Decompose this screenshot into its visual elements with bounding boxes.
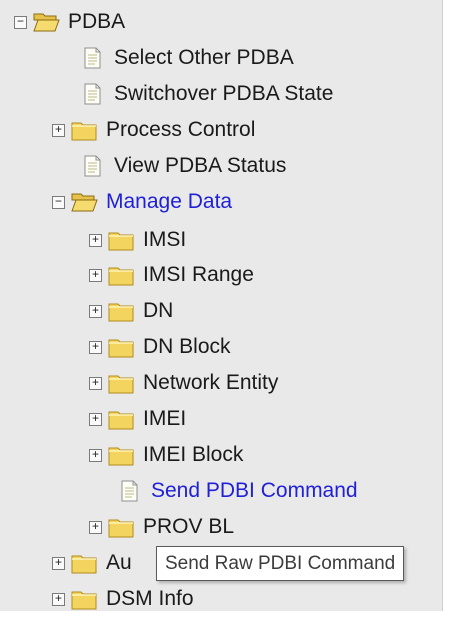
tree-node-send-pdbi-command[interactable]: Send PDBI Command	[97, 473, 358, 509]
tree-node-label[interactable]: IMSI	[143, 227, 186, 253]
folder-icon	[108, 444, 135, 466]
folder-icon	[108, 372, 135, 394]
expand-toggle-icon[interactable]: +	[52, 592, 65, 606]
tooltip: Send Raw PDBI Command	[156, 546, 405, 581]
tree-node-label[interactable]: DN	[143, 298, 173, 324]
document-icon	[79, 83, 106, 105]
expand-toggle-icon[interactable]: +	[89, 304, 102, 318]
folder-icon	[71, 552, 98, 574]
expand-toggle-icon[interactable]: +	[89, 233, 102, 247]
tree-node-label[interactable]: Process Control	[106, 117, 255, 143]
tree-node-label[interactable]: Manage Data	[106, 189, 232, 215]
folder-icon	[108, 336, 135, 358]
folder-icon	[108, 408, 135, 430]
tree-node-label[interactable]: DN Block	[143, 334, 231, 360]
expand-toggle-icon[interactable]: +	[89, 520, 102, 534]
expand-toggle-icon[interactable]: +	[52, 123, 65, 137]
tree-node-label[interactable]: Network Entity	[143, 370, 278, 396]
tree-node-label[interactable]: IMSI Range	[143, 262, 254, 288]
folder-icon	[108, 229, 135, 251]
folder-icon	[108, 264, 135, 286]
tree-node-imei[interactable]: + IMEI	[89, 401, 186, 437]
document-icon	[79, 47, 106, 69]
tree-node-imsi-range[interactable]: + IMSI Range	[89, 257, 254, 293]
tree-node-manage-data[interactable]: − Manage Data	[52, 184, 232, 220]
collapse-toggle-icon[interactable]: −	[52, 195, 65, 209]
tree-node-dn-block[interactable]: + DN Block	[89, 329, 231, 365]
folder-icon	[108, 516, 135, 538]
tree-node-pdba[interactable]: − PDBA	[14, 4, 125, 40]
tree-node-label[interactable]: Send PDBI Command	[151, 478, 358, 504]
tree-node-dsm-info[interactable]: + DSM Info	[52, 581, 194, 617]
tree-node-label[interactable]: Switchover PDBA State	[114, 81, 333, 107]
expand-toggle-icon[interactable]: +	[89, 448, 102, 462]
folder-icon	[71, 588, 98, 610]
tree-node-network-entity[interactable]: + Network Entity	[89, 365, 278, 401]
tooltip-text: Send Raw PDBI Command	[165, 552, 396, 574]
tree-node-imsi[interactable]: + IMSI	[89, 222, 186, 258]
tree-node-imei-block[interactable]: + IMEI Block	[89, 437, 243, 473]
document-icon	[116, 480, 143, 502]
tree-node-view-pdba-status[interactable]: View PDBA Status	[60, 148, 286, 184]
expand-toggle-icon[interactable]: +	[89, 340, 102, 354]
tree-node-dn[interactable]: + DN	[89, 293, 173, 329]
document-icon	[79, 155, 106, 177]
folder-open-icon	[33, 11, 60, 33]
folder-icon	[71, 119, 98, 141]
tree-node-label[interactable]: Au	[106, 550, 132, 576]
folder-open-icon	[71, 191, 98, 213]
tree-node-switchover-pdba-state[interactable]: Switchover PDBA State	[60, 76, 333, 112]
tree-node-label[interactable]: DSM Info	[106, 586, 194, 612]
tree-node-label[interactable]: PROV BL	[143, 514, 234, 540]
expand-toggle-icon[interactable]: +	[89, 412, 102, 426]
collapse-toggle-icon[interactable]: −	[14, 15, 27, 29]
expand-toggle-icon[interactable]: +	[52, 556, 65, 570]
tree-node-prov-bl[interactable]: + PROV BL	[89, 509, 234, 545]
tree-node-select-other-pdba[interactable]: Select Other PDBA	[60, 40, 294, 76]
tree-node-label[interactable]: View PDBA Status	[114, 153, 286, 179]
tree-node-label[interactable]: IMEI	[143, 406, 186, 432]
expand-toggle-icon[interactable]: +	[89, 268, 102, 282]
tree-node-au[interactable]: + Au	[52, 545, 132, 581]
folder-icon	[108, 300, 135, 322]
tree-node-label[interactable]: IMEI Block	[143, 442, 243, 468]
navigation-tree: − PDBA Select Other PDBA Switchover PDBA…	[0, 0, 443, 611]
expand-toggle-icon[interactable]: +	[89, 376, 102, 390]
tree-node-label[interactable]: PDBA	[68, 9, 125, 35]
tree-node-label[interactable]: Select Other PDBA	[114, 45, 294, 71]
tree-node-process-control[interactable]: + Process Control	[52, 112, 255, 148]
